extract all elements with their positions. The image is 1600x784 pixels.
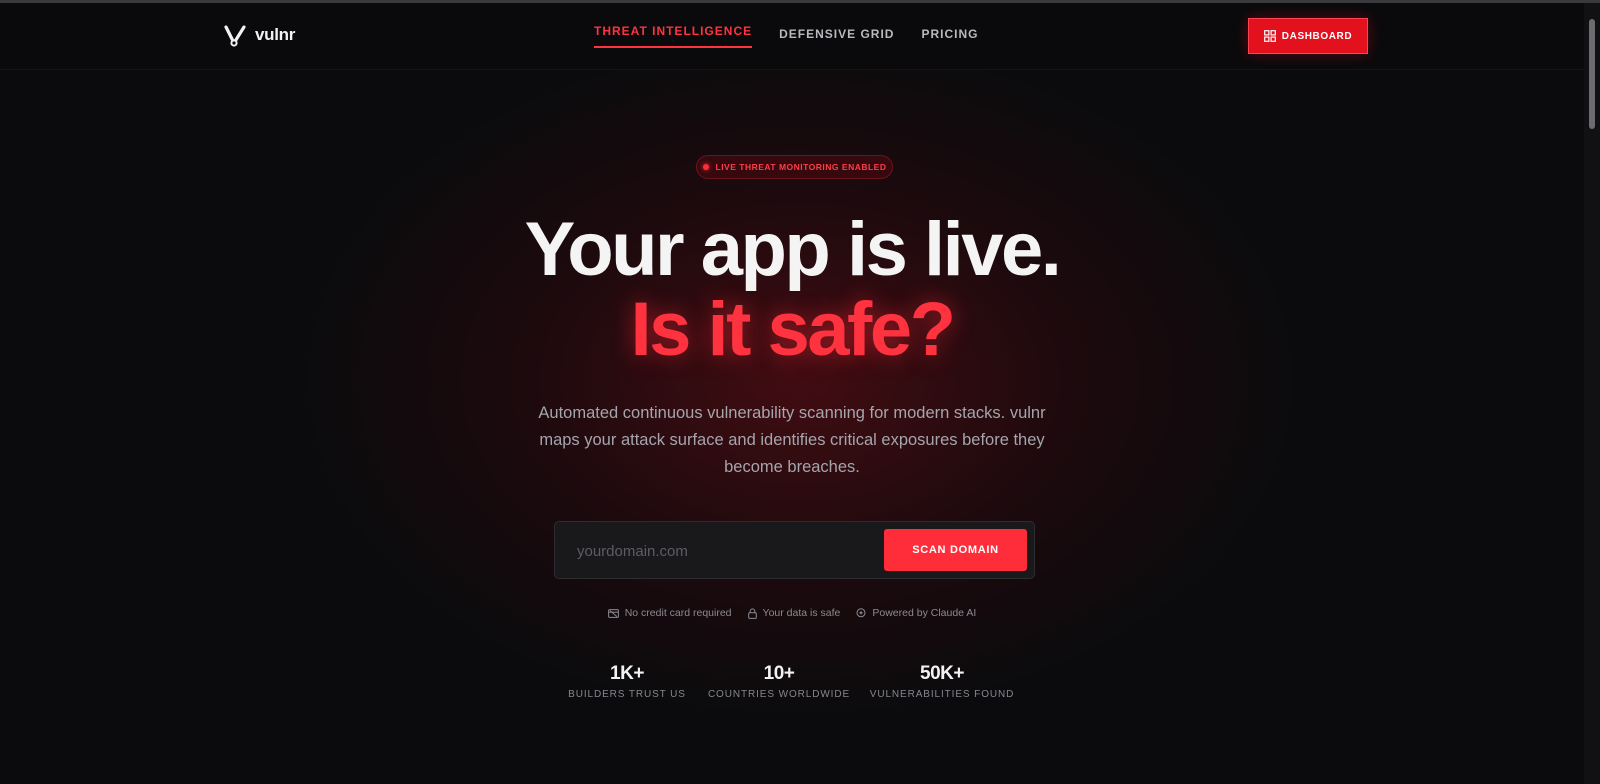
trust-label: Your data is safe <box>762 607 841 619</box>
domain-input[interactable] <box>575 534 879 568</box>
brand-name: vulnr <box>255 25 296 44</box>
status-dot-icon <box>702 164 709 170</box>
stat-countries: 10+ COUNTRIES WORLDWIDE <box>699 663 859 700</box>
stat-label: COUNTRIES WORLDWIDE <box>707 689 851 700</box>
page: vulnr THREAT INTELLIGENCE DEFENSIVE GRID… <box>0 0 1600 784</box>
dashboard-button-label: DASHBOARD <box>1281 30 1353 42</box>
trust-row: No credit card required Your data is saf… <box>0 607 1584 619</box>
nav-link-defensive-grid[interactable]: DEFENSIVE GRID <box>779 27 894 48</box>
nav-links: THREAT INTELLIGENCE DEFENSIVE GRID PRICI… <box>594 24 978 48</box>
brand-logo[interactable]: vulnr <box>223 23 295 47</box>
hero-headline: Your app is live. Is it safe? <box>0 210 1584 370</box>
trust-item-no-card: No credit card required <box>607 607 732 619</box>
stat-label: VULNERABILITIES FOUND <box>869 689 1015 700</box>
grid-icon <box>1263 30 1276 42</box>
stat-value: 1K+ <box>610 663 644 684</box>
nav-link-pricing[interactable]: PRICING <box>921 27 978 48</box>
stat-label: BUILDERS TRUST US <box>568 689 686 700</box>
stat-builders: 1K+ BUILDERS TRUST US <box>555 663 699 700</box>
credit-card-icon <box>607 608 619 618</box>
scan-domain-button[interactable]: SCAN DOMAIN <box>884 529 1027 571</box>
scrollbar-thumb[interactable] <box>1589 19 1595 129</box>
stat-value: 50K+ <box>920 663 964 684</box>
dashboard-button[interactable]: DASHBOARD <box>1248 18 1368 54</box>
trust-label: No credit card required <box>624 607 732 619</box>
hero-subtext: Automated continuous vulnerability scann… <box>538 404 1046 476</box>
stat-vulnerabilities: 50K+ VULNERABILITIES FOUND <box>859 663 1025 700</box>
stats-row: 1K+ BUILDERS TRUST US 10+ COUNTRIES WORL… <box>555 663 1025 700</box>
lock-icon <box>747 607 757 619</box>
v-logo-icon <box>224 25 246 47</box>
trust-item-claude: Powered by Claude AI <box>856 607 976 619</box>
headline-line-1: Your app is live. <box>524 207 1062 292</box>
live-monitoring-badge: LIVE THREAT MONITORING ENABLED <box>696 155 893 179</box>
trust-item-data-safe: Your data is safe <box>747 607 841 619</box>
nav-link-threat-intelligence[interactable]: THREAT INTELLIGENCE <box>594 24 753 48</box>
trust-label: Powered by Claude AI <box>872 607 977 619</box>
sparkle-icon <box>856 607 866 617</box>
stat-value: 10+ <box>763 663 795 684</box>
scan-domain-label: SCAN DOMAIN <box>912 544 999 556</box>
page-scrollbar[interactable] <box>1584 3 1600 784</box>
scan-form: SCAN DOMAIN <box>554 521 1035 579</box>
badge-text: LIVE THREAT MONITORING ENABLED <box>715 162 887 172</box>
headline-line-2: Is it safe? <box>630 287 956 372</box>
top-nav: vulnr THREAT INTELLIGENCE DEFENSIVE GRID… <box>0 3 1584 70</box>
